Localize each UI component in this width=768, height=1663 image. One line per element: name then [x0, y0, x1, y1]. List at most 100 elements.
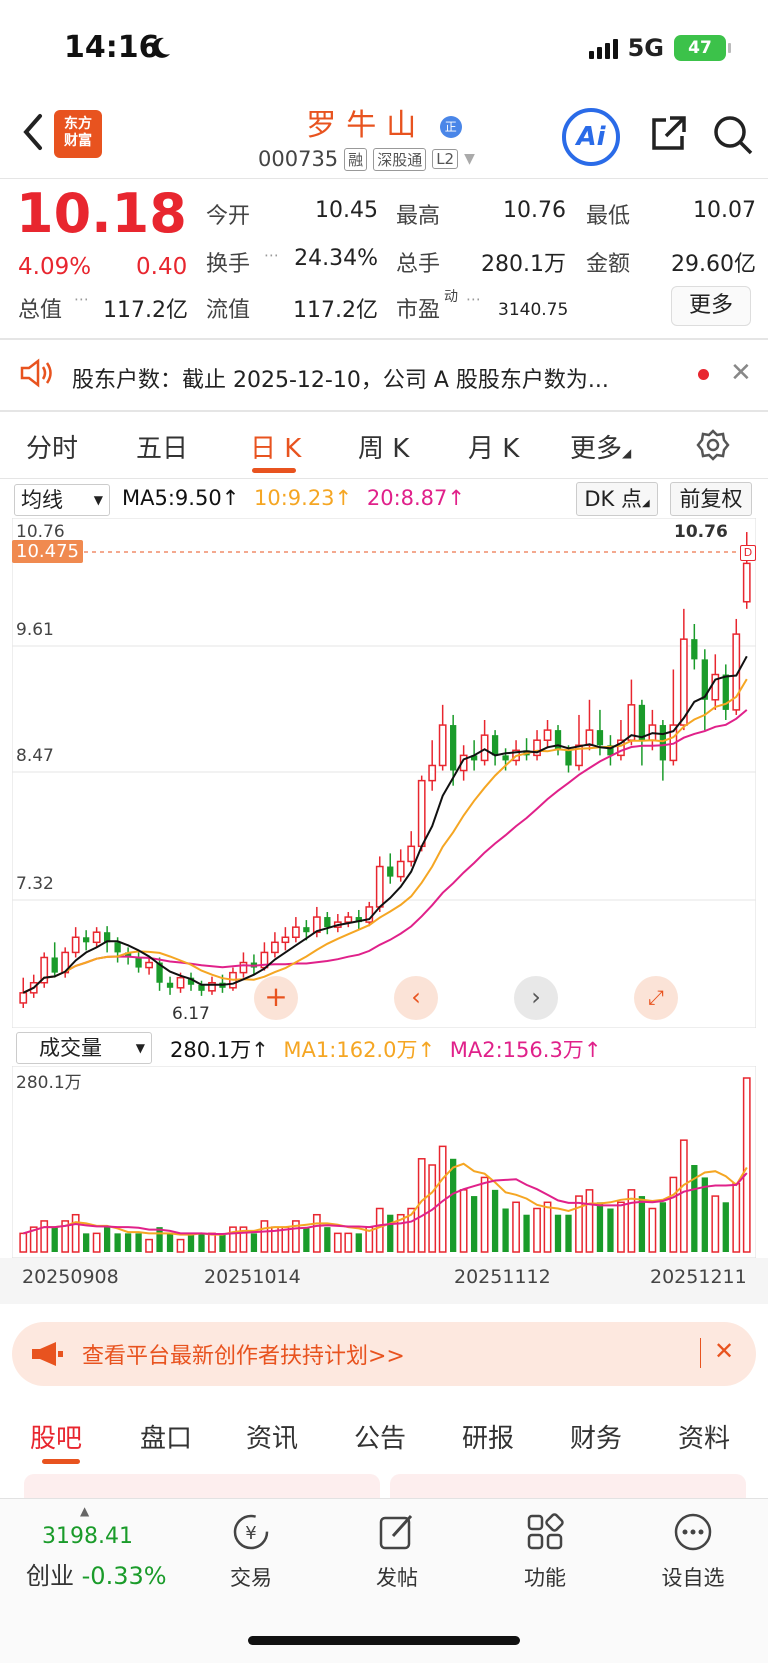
candle-body: [271, 941, 279, 954]
speaker-icon: [18, 357, 54, 393]
volume-bar: [523, 1214, 530, 1252]
volume-bar: [303, 1227, 310, 1252]
search-icon[interactable]: [712, 114, 754, 160]
candle-body: [51, 957, 58, 973]
notice-text[interactable]: 股东户数：截止 2025-12-10，公司 A 股股东户数为...: [72, 362, 609, 394]
tab-news[interactable]: 资讯: [246, 1418, 298, 1455]
edit-icon: [379, 1514, 413, 1550]
tab-research[interactable]: 研报: [462, 1418, 514, 1455]
candle-body: [135, 957, 142, 968]
ai-button[interactable]: Ai: [562, 108, 620, 166]
stock-badge: 正: [439, 115, 462, 138]
tab-announcements[interactable]: 公告: [354, 1418, 406, 1455]
fullscreen-icon[interactable]: ⤢: [634, 976, 678, 1020]
volume-chart[interactable]: [12, 1066, 756, 1258]
high-value: 10.76: [503, 198, 566, 223]
tab-profile[interactable]: 资料: [678, 1418, 730, 1455]
low-value: 10.07: [693, 198, 756, 223]
volume-bar: [19, 1232, 28, 1253]
pe-sup: 动: [444, 289, 458, 305]
open-value: 10.45: [315, 198, 378, 223]
amount-label: 金额: [586, 252, 631, 277]
info-icon[interactable]: ⋯: [74, 290, 89, 308]
status-right: 5G 47: [588, 34, 731, 62]
volume-bar: [176, 1238, 185, 1253]
nav-add-watchlist[interactable]: 设自选: [638, 1510, 748, 1592]
close-icon[interactable]: ✕: [730, 358, 752, 388]
candle-body: [417, 779, 426, 848]
tab-weekly-k[interactable]: 周 K: [358, 428, 409, 465]
ma-indicator-select[interactable]: 均线 ▼: [14, 484, 110, 516]
candle-body: [428, 764, 437, 782]
moon-icon: [150, 36, 172, 64]
share-icon[interactable]: [648, 114, 688, 158]
tab-forum[interactable]: 股吧: [30, 1418, 82, 1455]
index-ticker[interactable]: 创业 -0.33%: [26, 1556, 167, 1591]
nav-trade[interactable]: ¥ 交易: [196, 1510, 306, 1592]
tab-daily-k[interactable]: 日 K: [250, 428, 301, 465]
volume-bar: [166, 1233, 174, 1252]
volume-bar: [459, 1189, 468, 1253]
mktcap-value: 117.2亿: [103, 298, 188, 323]
caret-down-icon: ▼: [135, 1041, 145, 1055]
low-marker: 6.17: [172, 1004, 210, 1024]
candle-body: [691, 639, 698, 660]
add-icon[interactable]: +: [254, 976, 298, 1020]
tab-more[interactable]: 更多◢: [570, 428, 631, 465]
candle-body: [114, 942, 121, 953]
tab-orderbook[interactable]: 盘口: [140, 1418, 192, 1455]
close-icon[interactable]: ✕: [714, 1337, 734, 1365]
svg-text:¥: ¥: [245, 1523, 256, 1544]
high-marker: 10.76: [674, 522, 728, 542]
candle-body: [502, 755, 509, 761]
stock-name[interactable]: 罗牛山: [306, 108, 426, 143]
volume-bar: [701, 1177, 708, 1252]
tabs-divider: [0, 478, 768, 479]
info-icon[interactable]: ⋯: [466, 290, 481, 308]
stock-code-row[interactable]: 000735 融 深股通 L2 ▼: [258, 147, 475, 171]
nav-functions[interactable]: 功能: [490, 1510, 600, 1592]
tab-intraday[interactable]: 分时: [26, 428, 78, 465]
volume-bar: [711, 1195, 720, 1253]
nav-post[interactable]: 发帖: [342, 1510, 452, 1592]
tab-five-day[interactable]: 五日: [136, 428, 188, 465]
tab-finance[interactable]: 财务: [570, 1418, 622, 1455]
dk-point-button[interactable]: DK 点◢: [576, 482, 658, 516]
candle-body: [176, 976, 185, 989]
volume-bar: [480, 1176, 489, 1253]
date-label: 20251112: [454, 1266, 551, 1288]
candle-body: [407, 845, 416, 863]
volume-bar: [669, 1176, 678, 1253]
volume-bar: [324, 1227, 331, 1252]
date-label: 20251211: [650, 1266, 747, 1288]
volume-bar: [742, 1077, 751, 1253]
axis-label: 7.32: [16, 874, 54, 894]
promo-text[interactable]: 查看平台最新创作者扶持计划>>: [82, 1338, 405, 1370]
volume-bar: [502, 1208, 509, 1252]
chevron-right-icon[interactable]: ›: [514, 976, 558, 1020]
candle-body: [742, 562, 751, 603]
candlestick-chart[interactable]: [12, 518, 756, 1028]
volume-indicator-select[interactable]: 成交量 ▼: [16, 1032, 152, 1064]
adjust-button[interactable]: 前复权: [670, 482, 752, 516]
index-value[interactable]: 3198.41: [42, 1524, 133, 1549]
volume-bar: [114, 1233, 121, 1252]
low-label: 最低: [586, 204, 631, 229]
candle-body: [596, 730, 604, 746]
candle-body: [166, 982, 174, 988]
candle-body: [281, 936, 290, 944]
info-icon[interactable]: ⋯: [264, 246, 279, 264]
settings-icon[interactable]: [696, 428, 730, 466]
more-button[interactable]: 更多: [671, 286, 751, 326]
current-price: 10.18: [16, 182, 187, 245]
chevron-left-icon[interactable]: ‹: [394, 976, 438, 1020]
pe-label: 市盈: [396, 298, 441, 323]
volume-bar: [679, 1139, 688, 1253]
dk-badge[interactable]: D: [740, 545, 756, 561]
tab-monthly-k[interactable]: 月 K: [468, 428, 519, 465]
volume-bar: [208, 1232, 216, 1253]
candle-body: [565, 750, 572, 766]
grid-icon: [527, 1513, 564, 1550]
candle-body: [396, 860, 405, 878]
caret-down-icon[interactable]: ▼: [464, 151, 475, 167]
